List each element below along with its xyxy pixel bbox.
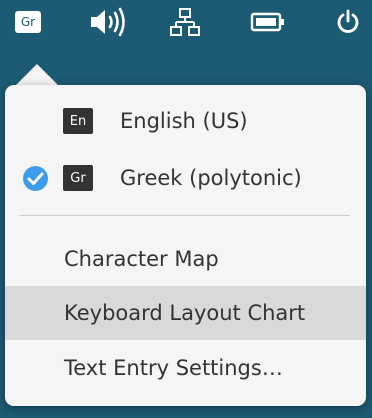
checkmark-icon	[23, 165, 48, 191]
layout-option-greek[interactable]: Gr Greek (polytonic)	[5, 162, 366, 194]
volume-icon	[91, 7, 125, 37]
keyboard-layout-indicator[interactable]: Gr	[11, 0, 45, 44]
keyboard-layout-chart-item[interactable]: Keyboard Layout Chart	[5, 286, 366, 340]
battery-indicator[interactable]	[248, 0, 288, 44]
power-indicator[interactable]	[333, 0, 363, 44]
network-icon	[170, 8, 200, 36]
menu-separator	[20, 215, 350, 216]
layout-option-english[interactable]: En English (US)	[5, 105, 366, 137]
volume-indicator[interactable]	[85, 0, 131, 44]
greek-layout-badge: Gr	[63, 165, 93, 191]
keyboard-layout-icon: Gr	[15, 11, 41, 33]
top-panel: Gr	[0, 0, 372, 44]
battery-icon	[250, 12, 284, 32]
keyboard-layout-menu: En English (US) Gr Greek (polytonic) Cha…	[5, 85, 366, 406]
power-icon	[337, 9, 359, 33]
layout-label-english: English (US)	[120, 109, 248, 133]
character-map-item[interactable]: Character Map	[5, 232, 366, 286]
text-entry-settings-item[interactable]: Text Entry Settings…	[5, 341, 366, 395]
layout-label-greek: Greek (polytonic)	[120, 166, 302, 190]
english-layout-badge: En	[63, 108, 93, 134]
menu-pointer	[16, 64, 58, 85]
network-indicator[interactable]	[168, 0, 202, 44]
